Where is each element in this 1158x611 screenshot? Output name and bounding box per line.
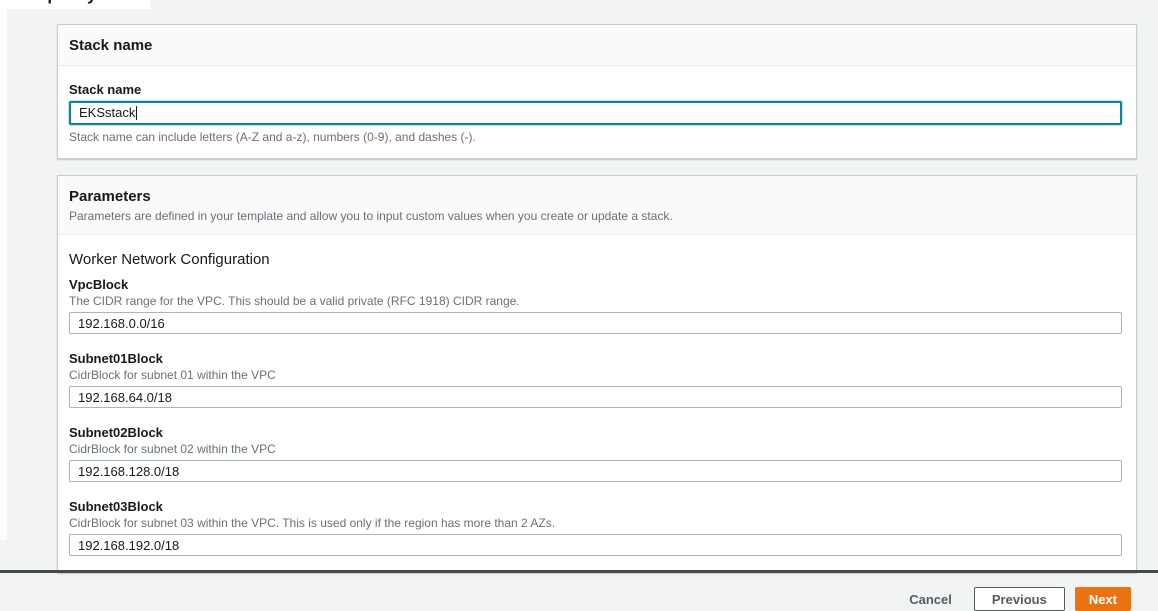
stack-name-hint: Stack name can include letters (A-Z and … [69,130,476,144]
text-cursor [136,106,138,120]
stack-name-panel-header: Stack name [58,25,1136,66]
subnet01block-input[interactable] [69,386,1122,408]
window-bottom-edge [0,570,1158,573]
subnet02block-description: CidrBlock for subnet 02 within the VPC [69,442,276,456]
vpcblock-description: The CIDR range for the VPC. This should … [69,294,520,308]
parameters-panel: Parameters Parameters are defined in you… [57,175,1137,573]
vpcblock-label: VpcBlock [69,277,129,292]
stack-name-panel: Stack name Stack name EKSstack Stack nam… [57,24,1137,159]
param-field-vpcblock: VpcBlock The CIDR range for the VPC. Thi… [69,277,1122,334]
wizard-content: Stack name Stack name EKSstack Stack nam… [57,0,1137,611]
subnet03block-label: Subnet03Block [69,499,163,514]
stack-name-panel-body: Stack name EKSstack Stack name can inclu… [58,66,1136,158]
parameters-panel-description: Parameters are defined in your template … [69,209,673,223]
left-window-edge [0,0,7,540]
stack-name-label: Stack name [69,82,142,97]
vpcblock-input[interactable] [69,312,1122,334]
parameters-panel-header: Parameters Parameters are defined in you… [58,176,1136,235]
previous-button[interactable]: Previous [973,587,1065,611]
stack-name-input[interactable]: EKSstack [69,101,1122,125]
subnet02block-label: Subnet02Block [69,425,163,440]
param-field-subnet03block: Subnet03Block CidrBlock for subnet 03 wi… [69,499,1122,556]
stack-name-input-value: EKSstack [79,105,136,120]
specify-stack-details-page: Specify stack details Stack name Stack n… [0,0,1158,611]
wizard-footer-actions: Cancel Previous Next [57,587,1137,611]
cancel-button[interactable]: Cancel [905,587,956,611]
subnet02block-input[interactable] [69,460,1122,482]
parameters-panel-body: Worker Network Configuration VpcBlock Th… [58,235,1136,572]
subnet03block-input[interactable] [69,534,1122,556]
subnet01block-label: Subnet01Block [69,351,163,366]
next-button[interactable]: Next [1074,587,1131,611]
subnet01block-description: CidrBlock for subnet 01 within the VPC [69,368,276,382]
stack-name-panel-title: Stack name [69,37,153,54]
param-field-subnet01block: Subnet01Block CidrBlock for subnet 01 wi… [69,351,1122,408]
param-field-subnet02block: Subnet02Block CidrBlock for subnet 02 wi… [69,425,1122,482]
subnet03block-description: CidrBlock for subnet 03 within the VPC. … [69,516,556,530]
parameters-panel-title: Parameters [69,188,151,205]
worker-network-configuration-title: Worker Network Configuration [69,251,270,268]
